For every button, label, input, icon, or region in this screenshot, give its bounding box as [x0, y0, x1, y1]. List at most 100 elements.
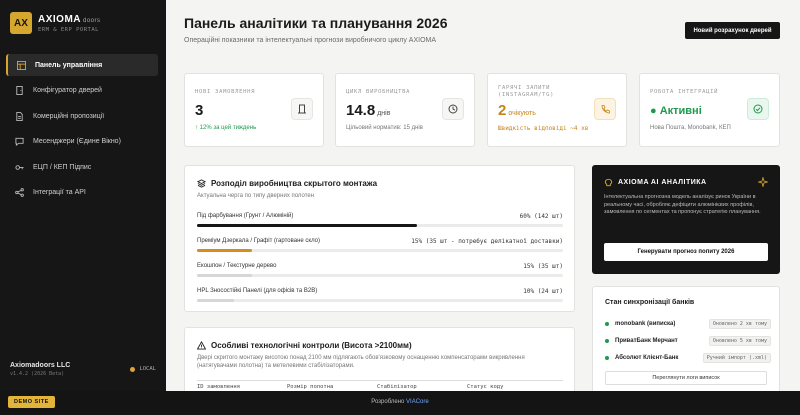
sync-badge: Ручний імпорт (.xml): [702, 353, 771, 363]
column-header: Розмір полотна: [287, 384, 334, 390]
sync-badge: Оновлено 5 хв тому: [708, 336, 771, 346]
sidebar-item-label: ЕЦП / КЕП Підпис: [33, 163, 92, 171]
kpi-card-orders: Нові замовлення 3 ↑ 12% за цей тиждень: [184, 73, 324, 147]
brand-tagline: ERM & ERP PORTAL: [38, 26, 99, 33]
tech-controls-card: Особливі технологічні контроли (Висота >…: [184, 327, 575, 397]
brain-icon: [604, 178, 613, 187]
layers-icon: [197, 179, 206, 188]
production-value: 60% (142 шт): [519, 213, 563, 220]
check-circle-icon: [747, 98, 769, 120]
production-value: 15% (35 шт - потребує делікатної доставк…: [411, 238, 563, 245]
production-label: HPL Зносостійкі Панелі (для офісів та B2…: [197, 288, 318, 294]
kpi-footnote: Нова Пошта, Monobank, КЕП: [650, 125, 731, 131]
key-icon: [14, 162, 24, 172]
table-header: ID замовлення Розмір полотна Стабілізато…: [197, 380, 563, 390]
section-title: AXIOMA AI АНАЛІТИКА: [604, 178, 707, 187]
door-icon: [14, 86, 24, 96]
sidebar-item-proposals[interactable]: Комерційні пропозиції: [6, 105, 158, 127]
new-calculation-button[interactable]: Новий розрахунок дверей: [685, 22, 780, 39]
kpi-card-integrations: Робота інтеграцій ● Активні Нова Пошта, …: [639, 73, 780, 147]
kpi-label: Цикл виробництва: [346, 89, 411, 95]
status-dot-icon: [130, 366, 136, 372]
sparkle-icon: [758, 177, 768, 187]
ai-description: Інтелектуальна прогнозна модель аналізує…: [604, 194, 761, 215]
sidebar-item-label: Конфігуратор дверей: [33, 87, 102, 94]
kpi-trend: ↑ 12% за цей тиждень: [195, 125, 257, 131]
kpi-value: ● Активні: [650, 105, 702, 117]
progress-track: [197, 299, 563, 302]
brand-logo: AX: [10, 12, 32, 34]
ai-analytics-card: AXIOMA AI АНАЛІТИКА Інтелектуальна прогн…: [592, 165, 780, 274]
bank-sync-row: monobank (виписка) Оновлено 2 хв тому: [605, 319, 771, 329]
kpi-card-cycle: Цикл виробництва 14.8 днів Цільовий норма…: [335, 73, 475, 147]
share-icon: [14, 188, 24, 198]
progress-track: [197, 274, 563, 277]
production-value: 15% (35 шт): [523, 263, 563, 270]
section-subtitle: Актуальна черга по типу дверних полотен: [197, 193, 315, 199]
status-dot-icon: [605, 322, 609, 326]
brand-name-sub: doors: [83, 17, 101, 24]
sidebar-item-signature[interactable]: ЕЦП / КЕП Підпис: [6, 156, 158, 178]
column-header: Статус коду: [467, 384, 504, 390]
powered-prefix: Розроблено: [371, 399, 405, 405]
document-icon: [14, 111, 24, 121]
sidebar-item-integrations[interactable]: Інтеграції та API: [6, 182, 158, 204]
bank-sync-row: Абсолют Клієнт-Банк Ручний імпорт (.xml): [605, 353, 771, 363]
bank-sync-row: ПриватБанк Мерчант Оновлено 5 хв тому: [605, 336, 771, 346]
phone-icon: [594, 98, 616, 120]
kpi-label: Нові замовлення: [195, 89, 256, 95]
page-subtitle: Операційні показники та інтелектуальні п…: [184, 37, 437, 44]
progress-fill: [197, 224, 417, 227]
production-label: Екошпон / Текстурне дерево: [197, 263, 277, 269]
sidebar-item-configurator[interactable]: Конфігуратор дверей: [6, 80, 158, 102]
status-badge: LOCAL: [130, 366, 156, 372]
production-label: Під фарбування (Грунт / Алюміній): [197, 213, 294, 219]
status-dot-icon: [605, 356, 609, 360]
kpi-card-hot-requests: Гарячі запити (Instagram/TG) 2 очікують Ш…: [487, 73, 627, 147]
bank-sync-card: Стан синхронізації банків monobank (випи…: [592, 286, 780, 394]
sidebar-item-label: Комерційні пропозиції: [33, 112, 105, 120]
grid-icon: [16, 60, 26, 70]
sidebar-item-label: Інтеграції та API: [33, 189, 86, 196]
generate-forecast-button[interactable]: Генерувати прогноз попиту 2026: [604, 243, 768, 261]
progress-track: [197, 224, 563, 227]
production-row: Преміум Дзеркала / Графіт (гартоване скл…: [197, 238, 563, 252]
progress-fill: [197, 249, 252, 252]
powered-link[interactable]: VIACore: [406, 399, 429, 405]
door-icon: [291, 98, 313, 120]
section-title: Стан синхронізації банків: [605, 299, 695, 306]
kpi-label: Робота інтеграцій: [650, 89, 719, 95]
kpi-footnote: Цільовий норматив: 15 днів: [346, 125, 423, 131]
sidebar: AX AXIOMA doors ERM & ERP PORTAL Панель у…: [0, 0, 166, 391]
section-title: Особливі технологічні контроли (Висота >…: [197, 341, 412, 350]
progress-fill: [197, 274, 252, 277]
sidebar-item-dashboard[interactable]: Панель управління: [6, 54, 158, 76]
page-title: Панель аналітики та планування 2026: [184, 15, 448, 31]
sidebar-footer: Axiomadoors LLC v1.4.2 (2026 Beta) LOCAL: [10, 362, 156, 377]
sidebar-nav: Панель управління Конфігуратор дверей Ко…: [6, 54, 158, 207]
clock-icon: [442, 98, 464, 120]
bank-name: Абсолют Клієнт-Банк: [615, 355, 679, 361]
section-title: Розподіл виробництва скрытого монтажа: [197, 179, 377, 188]
kpi-footnote: Швидкість відповіді ~4 хв: [498, 125, 589, 132]
brand-name: AXIOMA: [38, 13, 81, 25]
status-dot-icon: [605, 339, 609, 343]
powered-by: Розроблено VIACore: [0, 399, 800, 405]
progress-fill: [197, 299, 234, 302]
view-logs-button[interactable]: Переглянути логи виписок: [605, 371, 767, 385]
main-content: Панель аналітики та планування 2026 Опер…: [166, 0, 800, 397]
production-value: 10% (24 шт): [523, 288, 563, 295]
kpi-label: Гарячі запити (Instagram/TG): [498, 85, 555, 98]
kpi-value: 3: [195, 102, 204, 119]
sidebar-item-label: Месенджери (Єдине Вікно): [33, 138, 121, 145]
progress-track: [197, 249, 563, 252]
brand[interactable]: AX AXIOMA doors ERM & ERP PORTAL: [10, 12, 101, 34]
production-row: Під фарбування (Грунт / Алюміній) 60% (14…: [197, 213, 563, 227]
kpi-value: 2 очікують: [498, 102, 536, 119]
sidebar-item-messengers[interactable]: Месенджери (Єдине Вікно): [6, 131, 158, 153]
chat-icon: [14, 137, 24, 147]
bank-name: ПриватБанк Мерчант: [615, 338, 678, 344]
column-header: ID замовлення: [197, 384, 241, 390]
section-description: Двері скритого монтажу висотою понад 210…: [197, 355, 525, 369]
warning-icon: [197, 341, 206, 350]
